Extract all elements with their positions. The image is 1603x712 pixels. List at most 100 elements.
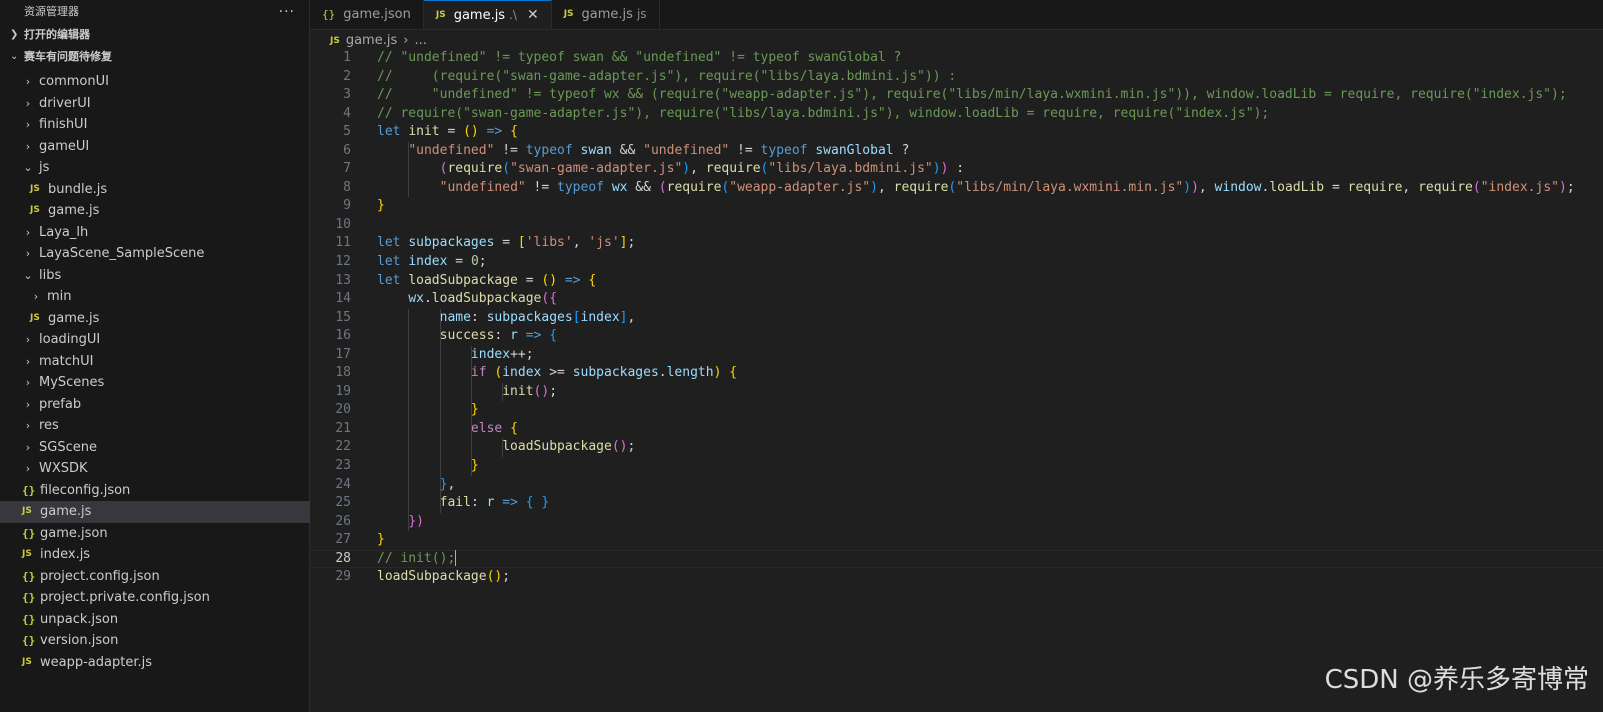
code-line[interactable]: 25 fail: r => { } <box>310 494 1603 513</box>
code-line[interactable]: 16 success: r => { <box>310 327 1603 346</box>
tree-folder[interactable]: › loadingUI <box>0 329 310 351</box>
line-content: let subpackages = ['libs', 'js']; <box>351 234 635 253</box>
code-token: . <box>658 365 667 381</box>
tree-folder[interactable]: › gameUI <box>0 136 310 158</box>
code-line[interactable]: 7 (require("swan-game-adapter.js"), requ… <box>310 160 1603 179</box>
tree-file[interactable]: JS index.js <box>0 544 310 566</box>
code-line[interactable]: 17 index++; <box>310 345 1603 365</box>
code-line[interactable]: 1 // "undefined" != typeof swan && "undef… <box>310 49 1603 68</box>
code-token: let <box>377 235 409 251</box>
code-line[interactable]: 15 name: subpackages[index], <box>310 308 1603 328</box>
line-content: // "undefined" != typeof wx && (require(… <box>351 86 1567 105</box>
code-token: . <box>423 291 432 307</box>
code-line[interactable]: 9} <box>310 197 1603 216</box>
indent-guide <box>470 382 472 402</box>
tab-label: game.js <box>453 7 506 23</box>
code-line[interactable]: 4 // require("swan-game-adapter.js"), req… <box>310 105 1603 124</box>
code-editor[interactable]: 1 // "undefined" != typeof swan && "undef… <box>310 49 1603 587</box>
code-token: : <box>470 309 487 325</box>
code-line[interactable]: 10 <box>310 216 1603 235</box>
tree-file[interactable]: JS weapp-adapter.js <box>0 652 310 674</box>
code-line[interactable]: 2 // (require("swan-game-adapter.js"), re… <box>310 68 1603 87</box>
indent-guide <box>408 141 410 161</box>
tree-file[interactable]: JS game.js <box>0 200 310 222</box>
code-line[interactable]: 19 init(); <box>310 382 1603 402</box>
code-token: ; <box>627 439 636 455</box>
tree-folder[interactable]: › MyScenes <box>0 372 310 394</box>
code-line[interactable]: 13 let loadSubpackage = () => { <box>310 272 1603 291</box>
close-icon[interactable]: ✕ <box>527 2 539 29</box>
open-editors-section[interactable]: ❯ 打开的编辑器 <box>0 24 309 46</box>
tree-folder[interactable]: › prefab <box>0 394 310 416</box>
project-section[interactable]: ⌄ 赛车有问题待修复 <box>0 46 309 68</box>
tree-folder[interactable]: › driverUI <box>0 93 310 115</box>
indent-guide <box>439 345 441 365</box>
code-token: [ <box>517 235 526 251</box>
tree-item-label: driverUI <box>39 95 91 111</box>
tree-folder[interactable]: › commonUI <box>0 71 310 93</box>
code-token: => <box>525 328 542 344</box>
tree-folder[interactable]: › Laya_lh <box>0 222 310 244</box>
code-line[interactable]: 26 }) <box>310 512 1603 532</box>
tree-file[interactable]: JS game.js <box>0 308 310 330</box>
tree-folder[interactable]: › WXSDK <box>0 458 310 480</box>
tree-file[interactable]: {} project.config.json <box>0 566 310 588</box>
tree-folder[interactable]: › LayaScene_SampleScene <box>0 243 310 265</box>
tab-game-js-libs[interactable]: JS game.js js <box>551 0 660 29</box>
tree-file[interactable]: JS game.js <box>0 501 310 523</box>
tree-file[interactable]: {} unpack.json <box>0 609 310 631</box>
code-token: () <box>611 439 628 455</box>
code-line[interactable]: 11 let subpackages = ['libs', 'js']; <box>310 234 1603 253</box>
tree-folder[interactable]: › matchUI <box>0 351 310 373</box>
tree-folder[interactable]: ⌄ libs <box>0 265 310 287</box>
line-number: 8 <box>343 179 351 195</box>
code-token: swan <box>580 142 612 158</box>
tree-folder[interactable]: › min <box>0 286 310 308</box>
tab-game-js-active[interactable]: JS game.js .\ ✕ <box>423 0 552 29</box>
code-token: 'js' <box>588 235 620 251</box>
chevron-right-icon: › <box>25 96 31 110</box>
js-file-icon: JS <box>563 9 574 19</box>
code-line[interactable]: 22 loadSubpackage(); <box>310 438 1603 458</box>
tree-file[interactable]: {} fileconfig.json <box>0 480 310 502</box>
code-line[interactable]: 6 "undefined" != typeof swan && "undefin… <box>310 141 1603 161</box>
code-line[interactable]: 18 if (index >= subpackages.length) { <box>310 364 1603 383</box>
code-token: wx <box>611 179 628 195</box>
code-line[interactable]: 5 let init = () => { <box>310 123 1603 142</box>
tab-game-json[interactable]: {} game.json <box>310 0 424 29</box>
code-token: wx <box>408 291 424 307</box>
code-token: typeof <box>557 179 604 195</box>
code-token: , <box>1402 179 1419 195</box>
tree-file[interactable]: JS bundle.js <box>0 179 310 201</box>
code-line[interactable]: 12 let index = 0; <box>310 253 1603 272</box>
code-line[interactable]: 8 "undefined" != typeof wx && (require("… <box>310 178 1603 198</box>
tree-file[interactable]: {} project.private.config.json <box>0 587 310 609</box>
code-line[interactable]: 24 }, <box>310 475 1603 495</box>
tree-folder[interactable]: › res <box>0 415 310 437</box>
code-line[interactable]: 23 } <box>310 457 1603 476</box>
line-number: 17 <box>335 346 351 362</box>
code-line[interactable]: 20 } <box>310 401 1603 420</box>
indent-guide <box>408 308 410 328</box>
more-actions-icon[interactable]: ··· <box>279 0 295 24</box>
code-line[interactable]: 29 loadSubpackage(); <box>310 568 1603 587</box>
tree-file[interactable]: {} game.json <box>0 523 310 545</box>
code-token: [ <box>572 309 581 325</box>
json-file-icon: {} <box>22 526 36 540</box>
code-token: } <box>377 198 385 214</box>
tree-item-label: commonUI <box>39 74 109 89</box>
tree-file[interactable]: {} version.json <box>0 630 310 652</box>
tree-folder[interactable]: ⌄ js <box>0 157 310 179</box>
tree-folder[interactable]: › finishUI <box>0 114 310 136</box>
code-token: >= <box>541 365 573 381</box>
code-line[interactable]: 28 // init(); <box>310 550 1603 569</box>
code-line[interactable]: 14 wx.loadSubpackage({ <box>310 290 1603 309</box>
code-line[interactable]: 27} <box>310 531 1603 550</box>
code-line[interactable]: 3 // "undefined" != typeof wx && (require… <box>310 86 1603 105</box>
line-content: let index = 0; <box>351 253 487 272</box>
code-line[interactable]: 21 else { <box>310 419 1603 439</box>
chevron-right-icon: › <box>25 376 31 389</box>
tree-folder[interactable]: › SGScene <box>0 437 310 459</box>
